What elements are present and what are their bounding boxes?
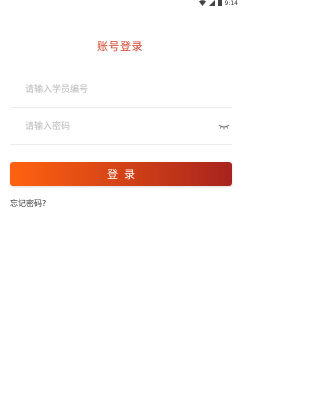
status-time: 9:14: [224, 0, 238, 7]
student-id-field: [10, 73, 232, 108]
wifi-icon: [198, 0, 206, 9]
password-input[interactable]: [25, 110, 205, 144]
login-button[interactable]: 登录: [10, 162, 232, 186]
signal-icon: [208, 0, 215, 9]
forgot-password-link[interactable]: 忘记密码?: [10, 198, 46, 209]
battery-icon: [217, 0, 222, 9]
status-icons: 9:14: [198, 0, 238, 9]
password-field: [10, 110, 232, 145]
eye-closed-icon[interactable]: [216, 120, 232, 134]
status-bar: 9:14: [0, 0, 240, 8]
student-id-input[interactable]: [25, 73, 205, 107]
page-title: 账号登录: [97, 40, 143, 53]
